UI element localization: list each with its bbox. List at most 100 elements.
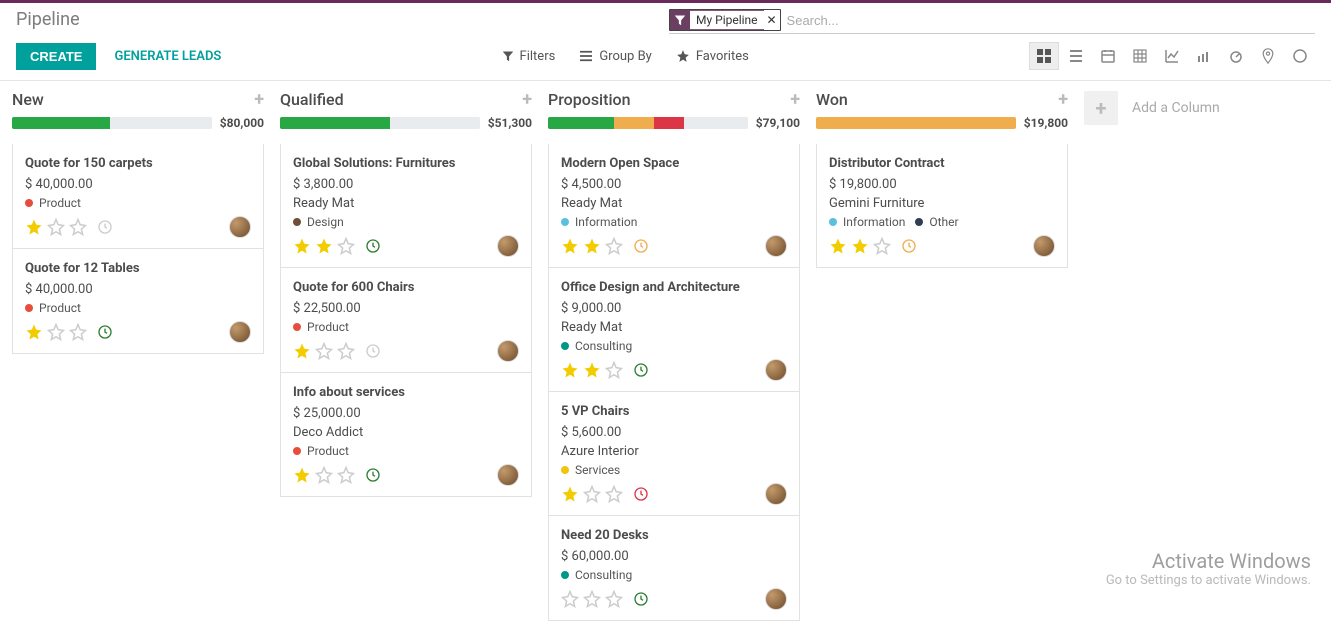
kanban-card[interactable]: 5 VP Chairs $ 5,600.00 Azure Interior Se… — [548, 392, 800, 516]
progress-segment[interactable] — [654, 117, 684, 129]
generate-leads-button[interactable]: GENERATE LEADS — [114, 49, 221, 64]
priority-star[interactable] — [561, 485, 579, 503]
priority-star[interactable] — [583, 590, 601, 608]
priority-star[interactable] — [605, 361, 623, 379]
progress-segment[interactable] — [684, 117, 748, 129]
search-input[interactable] — [787, 13, 1315, 28]
view-list[interactable] — [1061, 42, 1091, 70]
activity-clock-icon[interactable] — [633, 486, 649, 502]
priority-star[interactable] — [69, 323, 87, 341]
progress-segment[interactable] — [548, 117, 614, 129]
priority-star[interactable] — [873, 237, 891, 255]
column-title[interactable]: Proposition — [548, 90, 631, 109]
activity-clock-icon[interactable] — [901, 238, 917, 254]
kanban-card[interactable]: Global Solutions: Furnitures $ 3,800.00 … — [280, 144, 532, 268]
priority-star[interactable] — [315, 237, 333, 255]
salesperson-avatar[interactable] — [497, 235, 519, 257]
priority-star[interactable] — [605, 590, 623, 608]
priority-star[interactable] — [47, 323, 65, 341]
filters-menu[interactable]: Filters — [502, 49, 556, 64]
column-quick-create[interactable]: + — [790, 89, 800, 110]
column-quick-create[interactable]: + — [522, 89, 532, 110]
priority-star[interactable] — [561, 590, 579, 608]
progress-segment[interactable] — [280, 117, 390, 129]
priority-star[interactable] — [47, 218, 65, 236]
priority-star[interactable] — [69, 218, 87, 236]
progress-segment[interactable] — [12, 117, 110, 129]
salesperson-avatar[interactable] — [765, 359, 787, 381]
activity-clock-icon[interactable] — [633, 238, 649, 254]
kanban-card[interactable]: Quote for 600 Chairs $ 22,500.00 Product — [280, 268, 532, 373]
priority-star[interactable] — [293, 466, 311, 484]
priority-star[interactable] — [583, 237, 601, 255]
priority-star[interactable] — [605, 237, 623, 255]
priority-star[interactable] — [25, 218, 43, 236]
kanban-card[interactable]: Info about services $ 25,000.00 Deco Add… — [280, 373, 532, 497]
kanban-card[interactable]: Need 20 Desks $ 60,000.00 Consulting — [548, 516, 800, 621]
priority-star[interactable] — [293, 237, 311, 255]
salesperson-avatar[interactable] — [765, 483, 787, 505]
salesperson-avatar[interactable] — [765, 235, 787, 257]
column-progress[interactable] — [816, 117, 1016, 129]
column-title[interactable]: New — [12, 90, 44, 109]
view-dashboard[interactable] — [1221, 42, 1251, 70]
view-map[interactable] — [1253, 42, 1283, 70]
salesperson-avatar[interactable] — [497, 340, 519, 362]
progress-segment[interactable] — [110, 117, 212, 129]
salesperson-avatar[interactable] — [765, 588, 787, 610]
view-activity[interactable] — [1285, 42, 1315, 70]
priority-star[interactable] — [25, 323, 43, 341]
view-cohort[interactable] — [1189, 42, 1219, 70]
activity-clock-icon[interactable] — [365, 467, 381, 483]
create-button[interactable]: CREATE — [16, 43, 96, 70]
priority-star[interactable] — [315, 342, 333, 360]
favorites-menu[interactable]: Favorites — [676, 49, 749, 64]
activity-clock-icon[interactable] — [97, 324, 113, 340]
kanban-card[interactable]: Office Design and Architecture $ 9,000.0… — [548, 268, 800, 392]
kanban-card[interactable]: Quote for 150 carpets $ 40,000.00 Produc… — [12, 144, 264, 249]
activity-clock-icon[interactable] — [633, 362, 649, 378]
kanban-card[interactable]: Distributor Contract $ 19,800.00 Gemini … — [816, 144, 1068, 268]
column-title[interactable]: Qualified — [280, 90, 344, 109]
progress-segment[interactable] — [614, 117, 654, 129]
activity-clock-icon[interactable] — [633, 591, 649, 607]
column-quick-create[interactable]: + — [1058, 89, 1068, 110]
add-column-button[interactable]: + — [1084, 91, 1118, 125]
priority-star[interactable] — [561, 361, 579, 379]
search-bar[interactable]: My Pipeline ✕ — [669, 9, 1315, 34]
salesperson-avatar[interactable] — [229, 216, 251, 238]
column-progress[interactable] — [280, 117, 480, 129]
salesperson-avatar[interactable] — [229, 321, 251, 343]
kanban-card[interactable]: Modern Open Space $ 4,500.00 Ready Mat I… — [548, 144, 800, 268]
column-quick-create[interactable]: + — [254, 89, 264, 110]
view-graph[interactable] — [1157, 42, 1187, 70]
add-column-label[interactable]: Add a Column — [1132, 100, 1220, 116]
priority-star[interactable] — [583, 361, 601, 379]
groupby-menu[interactable]: Group By — [579, 49, 652, 64]
activity-clock-icon[interactable] — [97, 219, 113, 235]
priority-star[interactable] — [337, 466, 355, 484]
progress-segment[interactable] — [390, 117, 480, 129]
priority-star[interactable] — [315, 466, 333, 484]
column-progress[interactable] — [548, 117, 748, 129]
activity-clock-icon[interactable] — [365, 343, 381, 359]
progress-segment[interactable] — [816, 117, 1016, 129]
kanban-card[interactable]: Quote for 12 Tables $ 40,000.00 Product — [12, 249, 264, 354]
activity-clock-icon[interactable] — [365, 238, 381, 254]
view-calendar[interactable] — [1093, 42, 1123, 70]
priority-star[interactable] — [337, 237, 355, 255]
search-facet-remove[interactable]: ✕ — [764, 10, 780, 30]
salesperson-avatar[interactable] — [497, 464, 519, 486]
salesperson-avatar[interactable] — [1033, 235, 1055, 257]
view-kanban[interactable] — [1029, 42, 1059, 70]
priority-star[interactable] — [337, 342, 355, 360]
priority-star[interactable] — [829, 237, 847, 255]
priority-star[interactable] — [605, 485, 623, 503]
column-title[interactable]: Won — [816, 90, 848, 109]
priority-star[interactable] — [583, 485, 601, 503]
priority-star[interactable] — [851, 237, 869, 255]
priority-star[interactable] — [293, 342, 311, 360]
view-pivot[interactable] — [1125, 42, 1155, 70]
column-progress[interactable] — [12, 117, 212, 129]
priority-star[interactable] — [561, 237, 579, 255]
